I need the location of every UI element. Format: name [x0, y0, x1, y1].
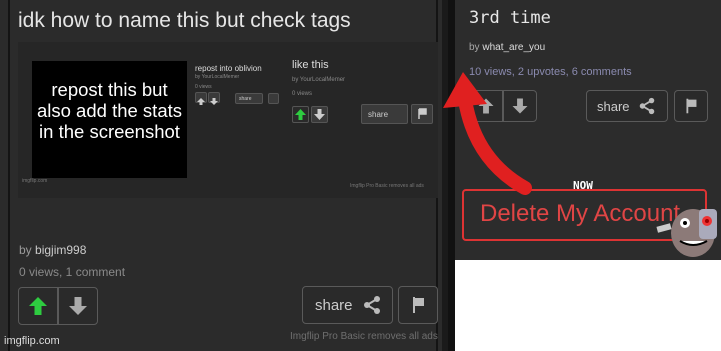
byline-prefix: by: [19, 243, 36, 257]
share-icon: [363, 296, 380, 314]
right-byline: by what_are_you: [469, 42, 545, 53]
author-link[interactable]: bigjim998: [35, 243, 86, 257]
like-byline: by YourLocalMemer: [292, 77, 346, 83]
mini-share-button: share: [235, 93, 263, 104]
repost-views: 0 views: [195, 84, 212, 90]
share-icon: [639, 97, 654, 115]
left-post-title[interactable]: idk how to name this but check tags: [18, 9, 351, 33]
author-link[interactable]: what_are_you: [482, 42, 545, 53]
up-arrow-icon: [197, 98, 205, 105]
flag-icon: [413, 297, 424, 313]
mini-upvote-button: [195, 92, 207, 105]
share-button[interactable]: share: [302, 286, 393, 324]
down-arrow-icon: [69, 297, 87, 315]
byline-prefix: by: [469, 42, 483, 53]
left-stats: 0 views, 1 comment: [19, 265, 126, 279]
share-label: share: [597, 98, 630, 114]
down-arrow-icon: [314, 109, 325, 120]
screenshot-watermark: imgflip.com: [22, 178, 48, 184]
down-arrow-icon: [210, 98, 218, 105]
screenshot-pro-note: Imgflip Pro Basic removes all ads: [350, 183, 424, 189]
repost-title: repost into oblivion: [195, 64, 262, 73]
pro-note: Imgflip Pro Basic removes all ads: [290, 331, 438, 342]
like-downvote-button: [311, 106, 328, 123]
like-title: like this: [292, 59, 329, 71]
watermark: imgflip.com: [4, 335, 60, 347]
left-byline: by bigjim998: [19, 243, 86, 257]
like-views: 0 views: [292, 91, 313, 97]
cartoon-face-icon: [656, 209, 717, 257]
like-share-button: share: [361, 104, 408, 124]
up-arrow-icon: [295, 109, 306, 120]
curved-arrow-icon: [443, 72, 532, 195]
up-arrow-icon: [29, 297, 47, 315]
repost-byline: by YourLocalMemer: [195, 74, 240, 80]
like-upvote-button: [292, 106, 309, 123]
panel-divider: [8, 0, 10, 351]
flag-icon: [686, 98, 697, 114]
downvote-button[interactable]: [58, 287, 98, 325]
mini-flag-button: [268, 93, 279, 104]
flag-button[interactable]: [398, 286, 438, 324]
right-post-title[interactable]: 3rd time: [469, 8, 551, 28]
right-share-button[interactable]: share: [586, 90, 668, 122]
caption-box: repost this but also add the stats in th…: [32, 61, 187, 178]
upvote-button[interactable]: [18, 287, 58, 325]
now-label: NOW: [573, 179, 593, 192]
blank-area: [455, 260, 721, 351]
share-label: share: [315, 296, 353, 314]
right-flag-button[interactable]: [674, 90, 708, 122]
mini-downvote-button: [208, 92, 220, 105]
